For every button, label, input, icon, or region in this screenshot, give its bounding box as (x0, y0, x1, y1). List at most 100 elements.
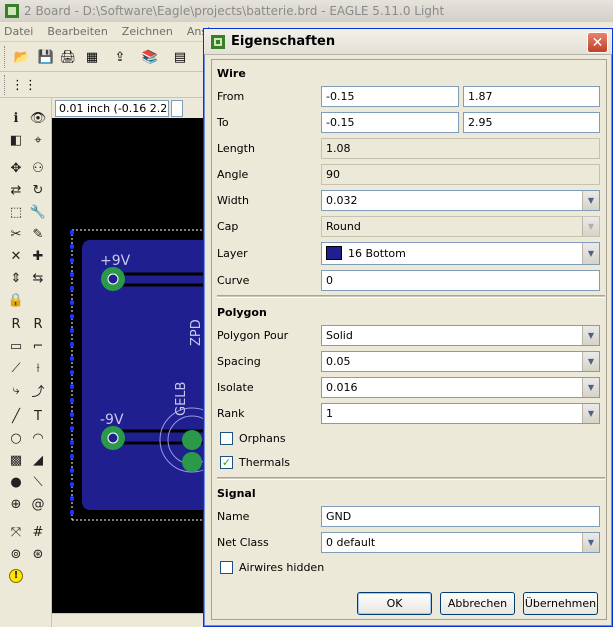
led-pad[interactable] (182, 452, 202, 472)
eagle-app-icon (211, 34, 225, 49)
grid-icon[interactable]: ⋮⋮ (11, 75, 37, 95)
lock-icon[interactable]: ⇆ (28, 268, 48, 288)
wire-icon[interactable]: ╱ (6, 406, 26, 426)
toolbar-grip[interactable] (4, 75, 7, 95)
board-canvas[interactable]: +9V -9V ZPD GELB (52, 118, 203, 613)
polygon-pour-value: Solid (326, 329, 353, 342)
net-class-combo[interactable]: 0 default ▼ (321, 532, 600, 553)
chevron-down-icon[interactable]: ▼ (582, 404, 599, 423)
horizontal-scrollbar[interactable] (52, 613, 203, 627)
signal-icon[interactable]: ⟍ (28, 472, 48, 492)
width-label: Width (217, 194, 249, 207)
rotate-icon[interactable]: ↻ (28, 180, 48, 200)
erc-icon[interactable]: ⊚ (6, 544, 26, 564)
save-icon[interactable]: 💾 (36, 47, 56, 67)
coordinate-dropdown[interactable] (171, 100, 183, 117)
menu-bearbeiten[interactable]: Bearbeiten (47, 25, 107, 38)
dialog-title: Eigenschaften (231, 34, 336, 49)
ok-button[interactable]: OK (357, 592, 432, 615)
from-label: From (217, 90, 245, 103)
chevron-down-icon[interactable]: ▼ (582, 352, 599, 371)
via-icon[interactable]: ● (6, 472, 26, 492)
rect-icon[interactable]: ▩ (6, 450, 26, 470)
chevron-down-icon[interactable]: ▼ (582, 533, 599, 552)
cancel-button[interactable]: Abbrechen (440, 592, 515, 615)
to-y-field[interactable]: 2.95 (463, 112, 600, 133)
signal-name-field[interactable]: GND (321, 506, 600, 527)
spacing-value: 0.05 (326, 355, 351, 368)
arc-icon[interactable]: ◠ (28, 428, 48, 448)
add-icon[interactable]: ✚ (28, 246, 48, 266)
delete-icon[interactable]: ✕ (6, 246, 26, 266)
menu-zeichnen[interactable]: Zeichnen (122, 25, 173, 38)
menu-datei[interactable]: Datei (4, 25, 33, 38)
curve-field[interactable]: 0 (321, 270, 600, 291)
to-x-field[interactable]: -0.15 (321, 112, 459, 133)
mirror-icon[interactable]: ⇄ (6, 180, 26, 200)
orphans-label: Orphans (239, 432, 286, 445)
open-icon[interactable]: 📂 (12, 47, 32, 67)
mark-icon[interactable]: ⌖ (28, 130, 48, 150)
print-icon[interactable]: 🖨 (58, 47, 78, 67)
route-icon[interactable]: ⤷ (6, 380, 26, 400)
orphans-checkbox[interactable] (220, 432, 233, 445)
hole-icon[interactable]: ⊕ (6, 494, 26, 514)
padlock-icon[interactable]: 🔒 (6, 290, 26, 310)
chevron-down-icon[interactable]: ▼ (582, 378, 599, 397)
display-icon[interactable]: ◧ (6, 130, 26, 150)
optimize-icon[interactable]: ⟊ (28, 358, 48, 378)
apply-button[interactable]: Übernehmen (523, 592, 598, 615)
ratsnest-icon[interactable]: ✎ (28, 224, 48, 244)
upload-icon[interactable]: ⇪ (110, 47, 130, 67)
curve-label: Curve (217, 274, 250, 287)
copy-icon[interactable]: ⚇ (28, 158, 48, 178)
close-icon[interactable]: ✕ (587, 32, 608, 53)
drc-icon[interactable]: ⊛ (28, 544, 48, 564)
library-icon[interactable]: 📚 (140, 47, 160, 67)
width-combo[interactable]: 0.032 ▼ (321, 190, 600, 211)
chevron-down-icon[interactable]: ▼ (582, 191, 599, 210)
cam-icon[interactable]: ▦ (82, 47, 102, 67)
name-icon[interactable]: R (6, 314, 26, 334)
value-icon[interactable]: R (28, 314, 48, 334)
ripup-icon[interactable]: ⤴ (28, 380, 48, 400)
paste-icon[interactable]: ✂ (6, 224, 26, 244)
show-icon[interactable]: 👁 (28, 108, 48, 128)
smash-icon[interactable]: ▭ (6, 336, 26, 356)
dialog-title-bar[interactable]: Eigenschaften ✕ (204, 29, 612, 55)
script-icon[interactable]: ▤ (170, 47, 190, 67)
rank-combo[interactable]: 1 ▼ (321, 403, 600, 424)
spacing-combo[interactable]: 0.05 ▼ (321, 351, 600, 372)
circle-icon[interactable]: ○ (6, 428, 26, 448)
main-window-title-bar: 2 Board - D:\Software\Eagle\projects\bat… (0, 0, 613, 22)
chevron-down-icon[interactable]: ▼ (582, 243, 599, 264)
info-icon[interactable]: ℹ (6, 108, 26, 128)
autorouter-icon[interactable]: # (28, 522, 48, 542)
toolbar-grip[interactable] (4, 46, 7, 68)
coordinate-display: 0.01 inch (-0.16 2.21) (55, 100, 169, 117)
from-y-field[interactable]: 1.87 (463, 86, 600, 107)
attribute-icon[interactable]: @ (28, 494, 48, 514)
chevron-down-icon[interactable]: ▼ (582, 326, 599, 345)
led-pad[interactable] (182, 430, 202, 450)
change-icon[interactable]: 🔧 (28, 202, 48, 222)
thermals-checkbox[interactable]: ✓ (220, 456, 233, 469)
group-icon[interactable]: ⬚ (6, 202, 26, 222)
from-x-field[interactable]: -0.15 (321, 86, 459, 107)
polygon-pour-combo[interactable]: Solid ▼ (321, 325, 600, 346)
ratsnest-tool-icon[interactable]: ⤧ (6, 522, 26, 542)
replace-icon[interactable]: ⇕ (6, 268, 26, 288)
thermals-label: Thermals (239, 456, 291, 469)
layer-value: 16 Bottom (348, 247, 406, 260)
layer-combo[interactable]: 16 Bottom ▼ (321, 242, 600, 265)
airwires-hidden-checkbox[interactable] (220, 561, 233, 574)
split-icon[interactable]: ⟋ (6, 358, 26, 378)
miter-icon[interactable]: ⌐ (28, 336, 48, 356)
polygon-icon[interactable]: ◢ (28, 450, 48, 470)
move-icon[interactable]: ✥ (6, 158, 26, 178)
pad-drill (107, 432, 119, 444)
separator (217, 477, 605, 480)
errors-icon[interactable]: ! (6, 566, 26, 586)
text-icon[interactable]: T (28, 406, 48, 426)
isolate-combo[interactable]: 0.016 ▼ (321, 377, 600, 398)
